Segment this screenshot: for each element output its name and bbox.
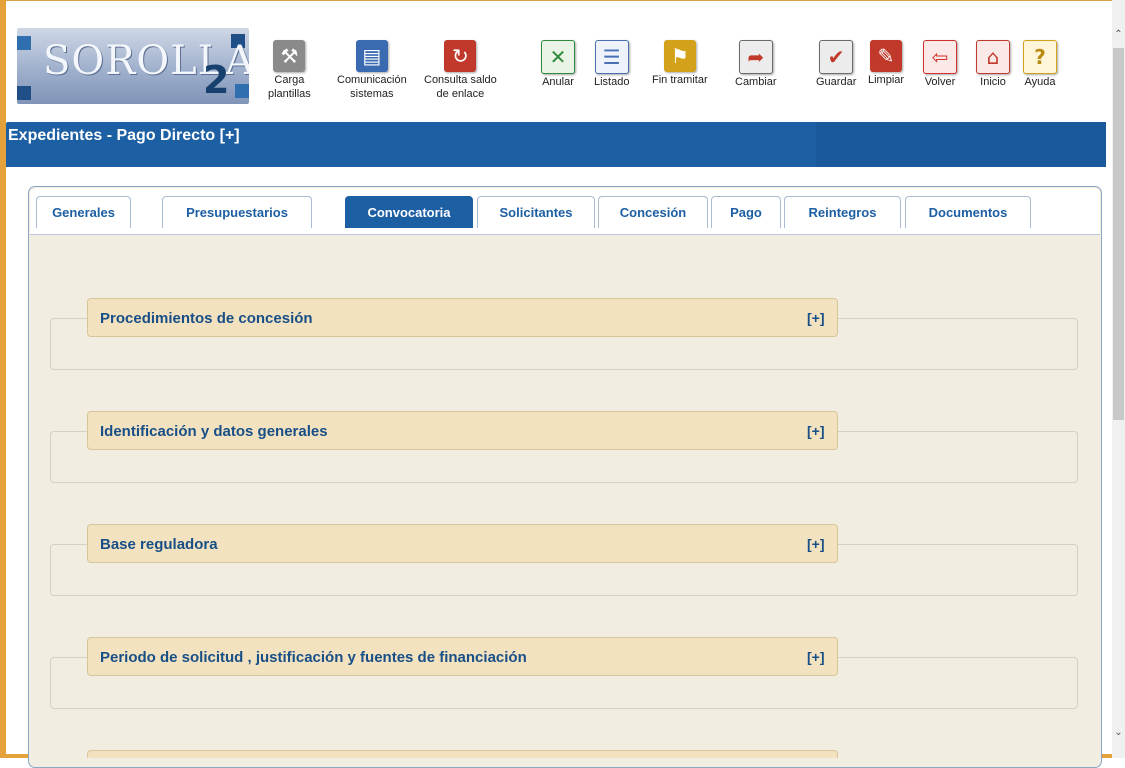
page-title[interactable]: Expedientes - Pago Directo [+] xyxy=(8,127,240,145)
button-label: Guardar xyxy=(816,76,857,88)
change-icon: ➦ xyxy=(738,40,773,74)
page-header-bar: Expedientes - Pago Directo [+] xyxy=(6,122,1106,167)
button-label: Volver xyxy=(924,76,956,88)
button-label: de enlace xyxy=(436,88,485,100)
button-label: Inicio xyxy=(980,76,1006,88)
logo-number: 2 xyxy=(203,58,230,102)
section-periodo-header[interactable]: Periodo de solicitud , justificación y f… xyxy=(87,637,838,676)
tab-strip: Generales Presupuestarios Convocatoria S… xyxy=(30,188,1100,235)
cambiar-button[interactable]: ➦ Cambiar xyxy=(735,40,777,88)
limpiar-button[interactable]: ✎ Limpiar xyxy=(868,40,904,86)
button-label: Limpiar xyxy=(868,74,905,86)
scrollbar-thumb[interactable] xyxy=(1113,48,1124,420)
fin-tramitar-button[interactable]: ⚑ Fin tramitar xyxy=(652,40,708,86)
save-icon: ✔ xyxy=(819,40,854,74)
tab-pago[interactable]: Pago xyxy=(711,196,781,228)
home-icon: ⌂ xyxy=(976,40,1010,74)
logo-square xyxy=(17,36,31,50)
section-procedimientos-header[interactable]: Procedimientos de concesión [+] xyxy=(87,298,838,337)
tab-presupuestarios[interactable]: Presupuestarios xyxy=(162,196,312,228)
section-title: Procedimientos de concesión xyxy=(100,310,313,327)
eraser-icon: ✎ xyxy=(870,40,903,72)
carga-plantillas-button[interactable]: ⚒ Carga plantillas xyxy=(268,40,311,100)
header-accent xyxy=(816,122,1106,167)
button-label: Carga xyxy=(274,74,305,86)
inicio-button[interactable]: ⌂ Inicio xyxy=(976,40,1010,88)
computer-icon: ▤ xyxy=(355,40,388,72)
logo-square xyxy=(235,84,249,98)
section-title: Identificación y datos generales xyxy=(100,423,328,440)
expand-toggle[interactable]: [+] xyxy=(807,536,825,552)
volver-button[interactable]: ⇦ Volver xyxy=(923,40,957,88)
expand-toggle[interactable]: [+] xyxy=(807,649,825,665)
comunicacion-sistemas-button[interactable]: ▤ Comunicación sistemas xyxy=(337,40,407,100)
consulta-saldo-button[interactable]: ↻ Consulta saldo de enlace xyxy=(424,40,497,100)
cancel-icon: ✕ xyxy=(541,40,575,74)
button-label: Cambiar xyxy=(735,76,777,88)
refresh-icon: ↻ xyxy=(444,40,477,72)
scroll-up-icon[interactable]: ⌃ xyxy=(1114,30,1123,40)
ayuda-button[interactable]: ? Ayuda xyxy=(1023,40,1057,88)
button-label: Anular xyxy=(542,76,574,88)
button-label: plantillas xyxy=(268,88,311,100)
vertical-scrollbar[interactable]: ⌃ ⌄ xyxy=(1112,0,1125,758)
tab-reintegros[interactable]: Reintegros xyxy=(784,196,901,228)
sorolla-logo: SOROLLA 2 xyxy=(17,28,249,104)
button-label: Consulta saldo xyxy=(424,74,497,86)
wrench-icon: ⚒ xyxy=(273,40,306,72)
window-frame-left xyxy=(0,0,6,758)
logo-square xyxy=(17,86,31,100)
button-label: Comunicación xyxy=(337,74,407,86)
back-icon: ⇦ xyxy=(923,40,957,74)
button-label: Fin tramitar xyxy=(652,74,708,86)
guardar-button[interactable]: ✔ Guardar xyxy=(816,40,856,88)
tab-convocatoria[interactable]: Convocatoria xyxy=(345,196,473,228)
window-frame-top xyxy=(0,0,1112,1)
expand-toggle[interactable]: [+] xyxy=(807,423,825,439)
listado-button[interactable]: ☰ Listado xyxy=(594,40,629,88)
anular-button[interactable]: ✕ Anular xyxy=(541,40,575,88)
scroll-down-icon[interactable]: ⌄ xyxy=(1114,728,1123,738)
section-title: Periodo de solicitud , justificación y f… xyxy=(100,649,527,666)
button-label: Listado xyxy=(594,76,630,88)
tab-documentos[interactable]: Documentos xyxy=(905,196,1031,228)
button-label: Ayuda xyxy=(1024,76,1056,88)
tab-solicitantes[interactable]: Solicitantes xyxy=(477,196,595,228)
section-identificacion-header[interactable]: Identificación y datos generales [+] xyxy=(87,411,838,450)
section-next-header[interactable] xyxy=(87,750,838,758)
section-base-reguladora-header[interactable]: Base reguladora [+] xyxy=(87,524,838,563)
help-icon: ? xyxy=(1023,40,1057,74)
finish-icon: ⚑ xyxy=(663,40,696,72)
tab-concesion[interactable]: Concesión xyxy=(598,196,708,228)
expand-toggle[interactable]: [+] xyxy=(807,310,825,326)
list-icon: ☰ xyxy=(594,40,629,74)
section-title: Base reguladora xyxy=(100,536,218,553)
button-label: sistemas xyxy=(350,88,394,100)
tab-generales[interactable]: Generales xyxy=(36,196,131,228)
